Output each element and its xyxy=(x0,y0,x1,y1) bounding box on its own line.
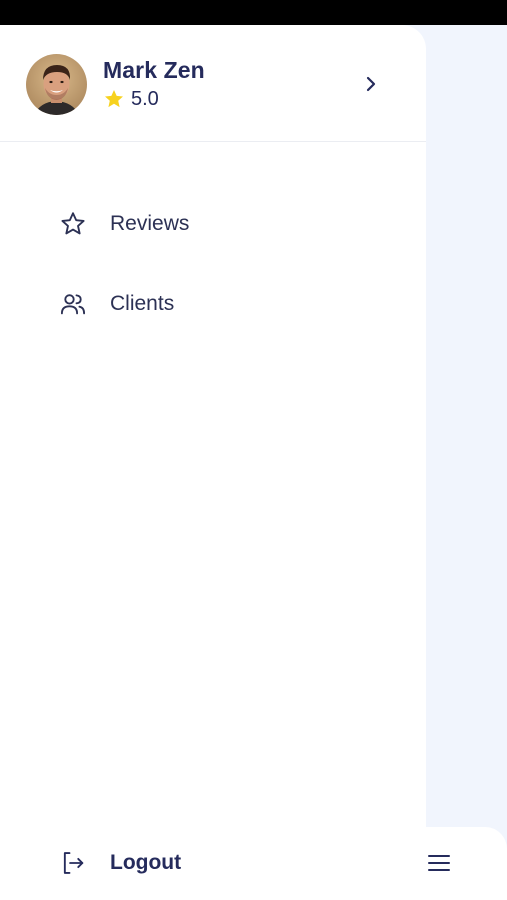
menu-item-clients[interactable]: Clients xyxy=(56,284,396,324)
star-icon xyxy=(56,207,90,241)
hamburger-menu-icon[interactable] xyxy=(426,850,452,876)
logout-button[interactable]: Logout xyxy=(56,843,396,883)
profile-name: Mark Zen xyxy=(103,57,205,83)
logout-label: Logout xyxy=(110,851,182,874)
star-filled-icon xyxy=(105,90,123,108)
profile-header[interactable]: Mark Zen 5.0 xyxy=(0,25,426,142)
rating: 5.0 xyxy=(103,87,159,111)
navigation-drawer: Mark Zen 5.0 Reviews Clients xyxy=(0,25,426,900)
status-bar xyxy=(0,0,507,25)
chevron-right-icon[interactable] xyxy=(360,73,382,95)
menu-item-reviews[interactable]: Reviews xyxy=(56,204,396,244)
logout-icon xyxy=(56,846,90,880)
avatar xyxy=(26,54,87,115)
menu-item-label: Clients xyxy=(110,292,175,315)
rating-value: 5.0 xyxy=(131,87,159,110)
users-icon xyxy=(56,287,90,321)
menu-item-label: Reviews xyxy=(110,212,190,235)
